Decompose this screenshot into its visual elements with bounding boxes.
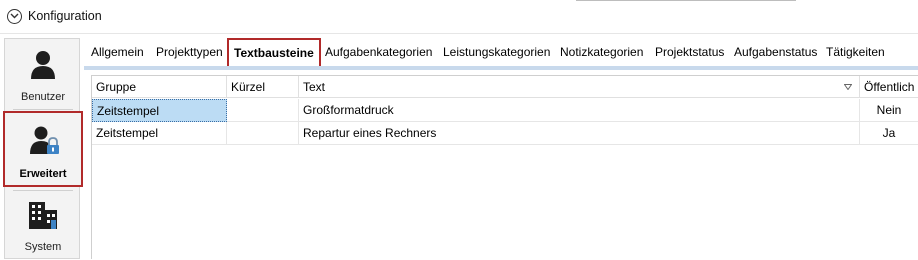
sidebar-item-erweitert[interactable]: Erweitert xyxy=(3,111,83,187)
chevron-down-icon[interactable] xyxy=(7,9,22,24)
sidebar-item-benutzer[interactable]: Benutzer xyxy=(5,39,81,109)
cell-oeffentlich[interactable]: Nein xyxy=(860,99,918,122)
table-row[interactable]: Zeitstempel Repartur eines Rechners Ja xyxy=(92,122,918,145)
tab-projektstatus[interactable]: Projektstatus xyxy=(655,43,724,63)
tab-bar: Allgemein Projekttypen Textbausteine Auf… xyxy=(84,38,918,70)
sidebar-item-label: Erweitert xyxy=(19,168,67,180)
sidebar-item-label: Benutzer xyxy=(20,91,66,103)
text-blocks-table: Gruppe Kürzel Text Öffentlich Zeitstempe… xyxy=(91,75,918,259)
user-lock-icon xyxy=(30,126,59,154)
column-header-oeffentlich[interactable]: Öffentlich xyxy=(860,76,918,98)
sidebar-item-system[interactable]: System xyxy=(5,194,81,260)
building-icon xyxy=(29,202,57,229)
table-row[interactable]: Zeitstempel Großformatdruck Nein xyxy=(92,99,918,122)
tab-notizkategorien[interactable]: Notizkategorien xyxy=(560,43,643,63)
title-bar-divider xyxy=(576,0,796,1)
tab-taetigkeiten[interactable]: Tätigkeiten xyxy=(826,43,885,63)
cell-kuerzel[interactable] xyxy=(227,122,299,145)
cell-oeffentlich[interactable]: Ja xyxy=(860,122,918,145)
user-icon xyxy=(31,51,55,79)
tab-leistungskategorien[interactable]: Leistungskategorien xyxy=(443,43,550,63)
sidebar-divider xyxy=(13,109,73,110)
column-header-kuerzel[interactable]: Kürzel xyxy=(227,76,299,98)
sidebar: Benutzer Erweitert System xyxy=(3,38,83,260)
sidebar-divider xyxy=(13,190,73,191)
tab-aufgabenstatus[interactable]: Aufgabenstatus xyxy=(734,43,817,63)
cell-text[interactable]: Großformatdruck xyxy=(299,99,860,122)
cell-kuerzel[interactable] xyxy=(227,99,299,122)
sort-indicator-icon xyxy=(844,84,852,90)
sidebar-item-label: System xyxy=(24,241,62,253)
title-bar: Konfiguration xyxy=(0,0,918,34)
column-header-gruppe[interactable]: Gruppe xyxy=(92,76,227,98)
cell-gruppe[interactable]: Zeitstempel xyxy=(92,99,227,122)
tab-projekttypen[interactable]: Projekttypen xyxy=(156,43,223,63)
cell-gruppe[interactable]: Zeitstempel xyxy=(92,122,227,145)
window-title: Konfiguration xyxy=(28,9,102,23)
content-area: Gruppe Kürzel Text Öffentlich Zeitstempe… xyxy=(88,70,918,259)
tab-aufgabenkategorien[interactable]: Aufgabenkategorien xyxy=(325,43,432,63)
tab-allgemein[interactable]: Allgemein xyxy=(91,43,144,63)
cell-text[interactable]: Repartur eines Rechners xyxy=(299,122,860,145)
column-header-text[interactable]: Text xyxy=(299,76,860,98)
